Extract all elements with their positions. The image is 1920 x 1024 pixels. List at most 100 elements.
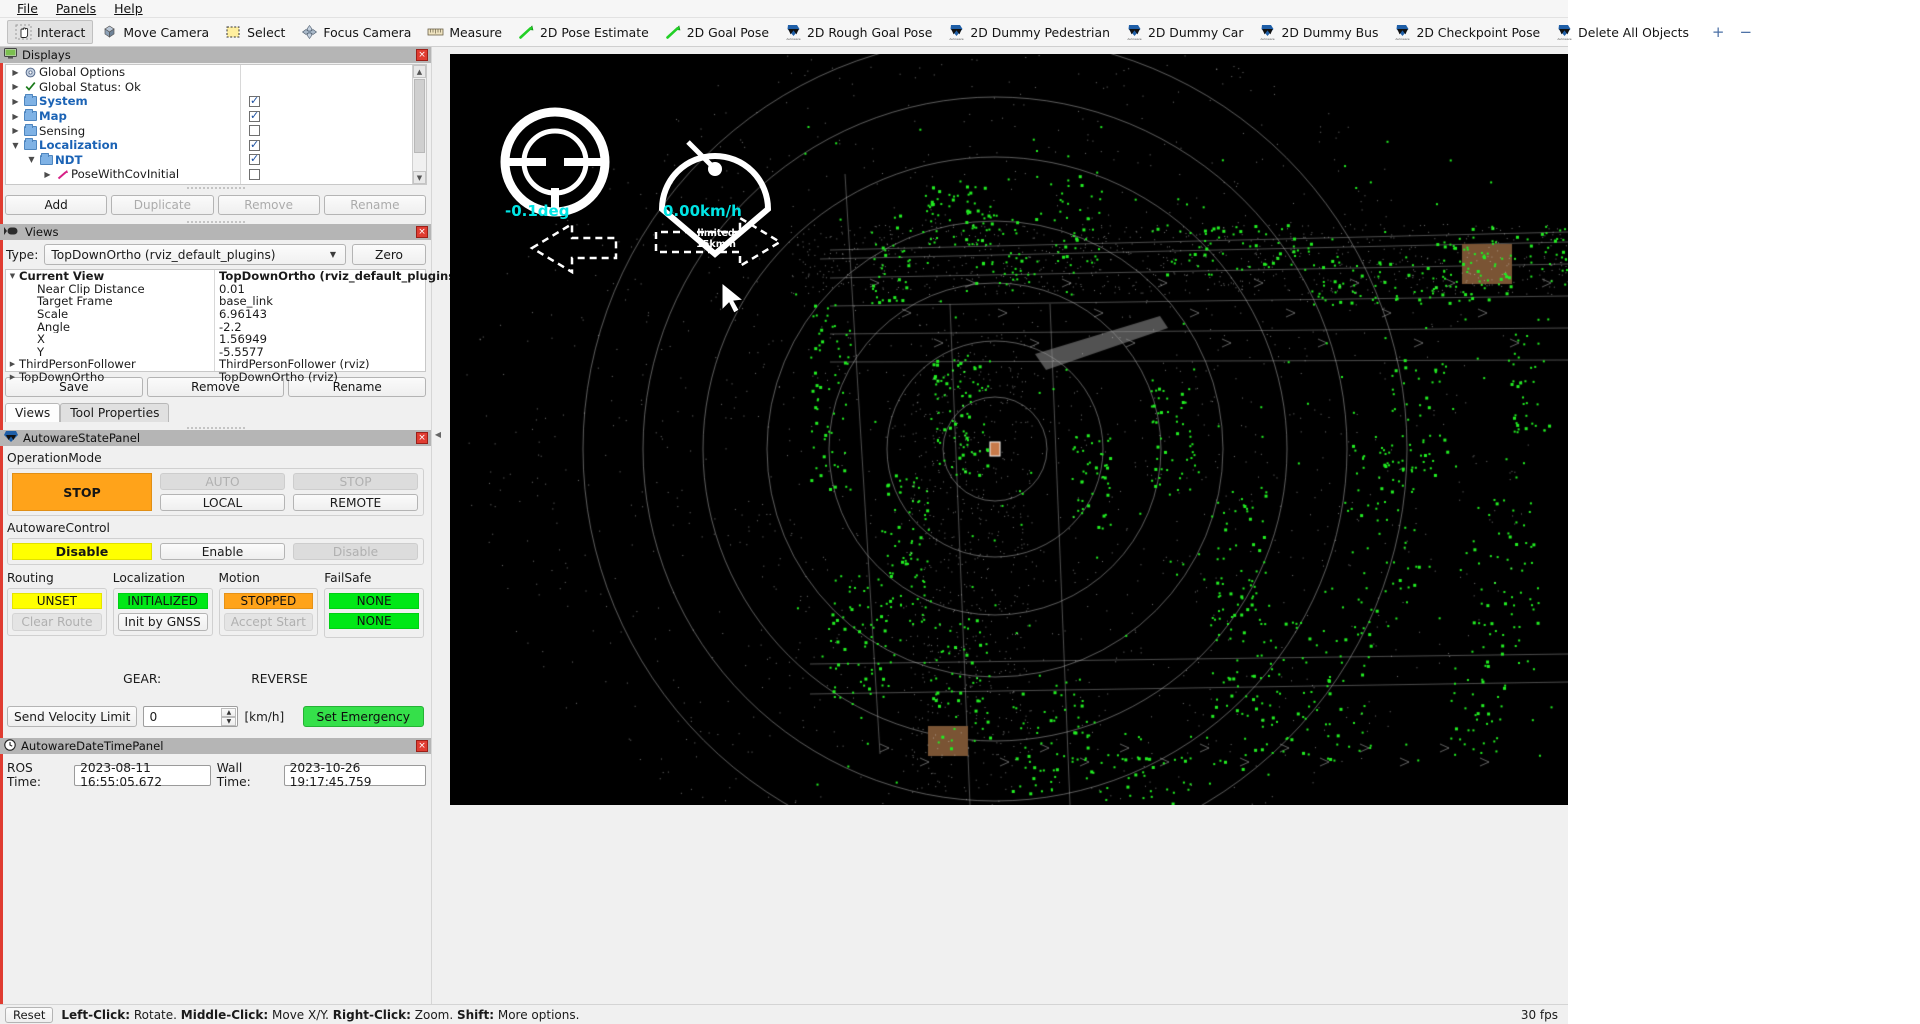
display-tree-item[interactable]: Global Status: Ok bbox=[6, 80, 240, 95]
ros-time-field[interactable]: 2023-08-11 16:55:05.672 bbox=[74, 761, 211, 789]
expander-closed-icon[interactable] bbox=[9, 68, 22, 77]
tool-measure[interactable]: Measure bbox=[419, 20, 510, 44]
views-close-icon[interactable]: × bbox=[416, 226, 428, 238]
operation-mode-stop-button[interactable]: STOP bbox=[293, 473, 418, 490]
display-tree-item[interactable]: Localization bbox=[6, 138, 240, 153]
tab-views[interactable]: Views bbox=[5, 403, 61, 422]
tool-2d-rough-goal-pose[interactable]: Autoware 2D Rough Goal Pose bbox=[777, 20, 940, 44]
tool-focus-camera[interactable]: Focus Camera bbox=[293, 20, 419, 44]
scroll-down-icon[interactable]: ▼ bbox=[413, 171, 426, 184]
operation-mode-col-auto: AUTO LOCAL bbox=[160, 473, 285, 511]
view-property-row[interactable]: TopDownOrtho bbox=[6, 371, 214, 384]
view-type-select[interactable]: TopDownOrtho (rviz_default_plugins) ▼ bbox=[44, 244, 346, 265]
reset-button[interactable]: Reset bbox=[5, 1006, 54, 1023]
displays-scrollbar[interactable]: ▲ ▼ bbox=[412, 65, 426, 184]
view-property-row[interactable]: Y bbox=[6, 346, 214, 359]
display-item-checkbox[interactable] bbox=[249, 168, 260, 180]
datetime-close-icon[interactable]: × bbox=[416, 740, 428, 752]
menu-file[interactable]: File bbox=[8, 0, 47, 17]
wall-time-field[interactable]: 2023-10-26 19:17:45.759 bbox=[283, 761, 426, 789]
view-property-row[interactable]: Current View bbox=[6, 270, 214, 283]
tool-2d-pose-estimate[interactable]: 2D Pose Estimate bbox=[510, 20, 657, 44]
autoware-control-disable-button[interactable]: Disable bbox=[293, 543, 418, 560]
operation-mode-remote-button[interactable]: REMOTE bbox=[293, 494, 418, 511]
display-tree-item[interactable]: System bbox=[6, 94, 240, 109]
display-tree-item[interactable]: NDT bbox=[6, 152, 240, 168]
operation-mode-auto-button[interactable]: AUTO bbox=[160, 473, 285, 490]
display-item-checkbox[interactable] bbox=[249, 109, 260, 122]
rename-display-button[interactable]: Rename bbox=[323, 195, 426, 215]
tool-2d-dummy-bus[interactable]: Autoware 2D Dummy Bus bbox=[1251, 20, 1386, 44]
view-property-row[interactable]: X bbox=[6, 333, 214, 346]
expander-closed-icon[interactable] bbox=[6, 373, 19, 381]
display-item-checkbox[interactable] bbox=[249, 152, 260, 166]
autoware-control-enable-button[interactable]: Enable bbox=[160, 543, 285, 560]
left-dock-collapse-handle[interactable]: ◀ bbox=[434, 420, 442, 448]
focus-camera-icon bbox=[301, 24, 319, 41]
scroll-up-icon[interactable]: ▲ bbox=[413, 65, 426, 78]
view-property-name: ThirdPersonFollower bbox=[19, 358, 136, 371]
tool-delete-all-objects[interactable]: Autoware Delete All Objects bbox=[1548, 20, 1697, 44]
display-tree-item[interactable]: Global Options bbox=[6, 65, 240, 80]
init-by-gnss-button[interactable]: Init by GNSS bbox=[117, 613, 208, 631]
tool-move-camera[interactable]: Move Camera bbox=[93, 20, 217, 44]
display-tree-item[interactable]: Sensing bbox=[6, 123, 240, 138]
expander-closed-icon[interactable] bbox=[9, 112, 22, 121]
stepper-up-icon[interactable]: ▲ bbox=[221, 708, 237, 717]
add-display-button[interactable]: Add bbox=[5, 195, 108, 215]
tool-select[interactable]: Select bbox=[217, 20, 293, 44]
velocity-stepper[interactable]: ▲ ▼ bbox=[221, 708, 237, 726]
expander-open-icon[interactable] bbox=[25, 155, 38, 164]
scrollbar-thumb[interactable] bbox=[414, 79, 425, 153]
set-emergency-button[interactable]: Set Emergency bbox=[302, 706, 424, 727]
displays-close-icon[interactable]: × bbox=[416, 49, 428, 61]
tool-2d-dummy-pedestrian[interactable]: Autoware 2D Dummy Pedestrian bbox=[940, 20, 1118, 44]
add-tool-button[interactable]: + bbox=[1703, 23, 1734, 41]
view-property-row[interactable]: Scale bbox=[6, 308, 214, 321]
tool-2d-checkpoint-pose[interactable]: Autoware 2D Checkpoint Pose bbox=[1386, 20, 1548, 44]
view-property-row[interactable]: ThirdPersonFollower bbox=[6, 358, 214, 371]
view-property-row[interactable]: Angle bbox=[6, 320, 214, 333]
display-tree-item[interactable]: PoseWithCovInitial bbox=[6, 167, 240, 182]
duplicate-display-button[interactable]: Duplicate bbox=[111, 195, 214, 215]
accept-start-button[interactable]: Accept Start bbox=[223, 613, 314, 631]
velocity-limit-input[interactable]: 0 ▲ ▼ bbox=[143, 706, 239, 727]
tool-label: 2D Checkpoint Pose bbox=[1416, 24, 1541, 40]
display-item-checkbox[interactable] bbox=[249, 125, 260, 137]
expander-open-icon[interactable] bbox=[6, 272, 19, 280]
send-velocity-limit-button[interactable]: Send Velocity Limit bbox=[7, 706, 138, 727]
expander-closed-icon[interactable] bbox=[41, 170, 54, 179]
tool-2d-goal-pose[interactable]: 2D Goal Pose bbox=[657, 20, 777, 44]
render-viewport[interactable]: -0.1deg 0.00km/h limited 15km/h bbox=[450, 54, 1568, 805]
tool-2d-dummy-car[interactable]: Autoware 2D Dummy Car bbox=[1118, 20, 1252, 44]
stepper-down-icon[interactable]: ▼ bbox=[221, 717, 237, 726]
display-item-checkbox[interactable] bbox=[249, 94, 260, 107]
view-property-row[interactable]: Target Frame bbox=[6, 295, 214, 308]
view-property-row[interactable]: Near Clip Distance bbox=[6, 283, 214, 296]
state-panel-close-icon[interactable]: × bbox=[416, 432, 428, 444]
remove-display-button[interactable]: Remove bbox=[217, 195, 320, 215]
expander-closed-icon[interactable] bbox=[9, 126, 22, 135]
clear-route-button[interactable]: Clear Route bbox=[12, 613, 102, 631]
hint-key: Shift: bbox=[456, 1007, 495, 1022]
tool-interact[interactable]: Interact bbox=[7, 20, 94, 44]
autoware-control-current-button[interactable]: Disable bbox=[12, 543, 152, 560]
expander-open-icon[interactable] bbox=[9, 141, 22, 150]
zero-button[interactable]: Zero bbox=[352, 244, 426, 265]
menu-panels[interactable]: Panels bbox=[47, 0, 105, 17]
views-property-table[interactable]: Current ViewNear Clip DistanceTarget Fra… bbox=[5, 269, 470, 383]
menu-file-label: File bbox=[17, 1, 38, 16]
tab-tool-properties[interactable]: Tool Properties bbox=[60, 403, 170, 422]
operation-mode-current-button[interactable]: STOP bbox=[12, 473, 152, 511]
tool-label: Select bbox=[247, 24, 286, 40]
expander-closed-icon[interactable] bbox=[6, 360, 19, 368]
menu-help[interactable]: Help bbox=[105, 0, 152, 17]
displays-tree[interactable]: Global OptionsGlobal Status: OkSystemMap… bbox=[5, 64, 427, 185]
expander-closed-icon[interactable] bbox=[9, 82, 22, 91]
operation-mode-local-button[interactable]: LOCAL bbox=[160, 494, 285, 511]
remove-tool-button[interactable]: − bbox=[1734, 23, 1759, 41]
status-badge: INITIALIZED bbox=[117, 593, 208, 609]
expander-closed-icon[interactable] bbox=[9, 97, 22, 106]
display-tree-item[interactable]: Map bbox=[6, 109, 240, 124]
display-item-checkbox[interactable] bbox=[249, 138, 260, 151]
